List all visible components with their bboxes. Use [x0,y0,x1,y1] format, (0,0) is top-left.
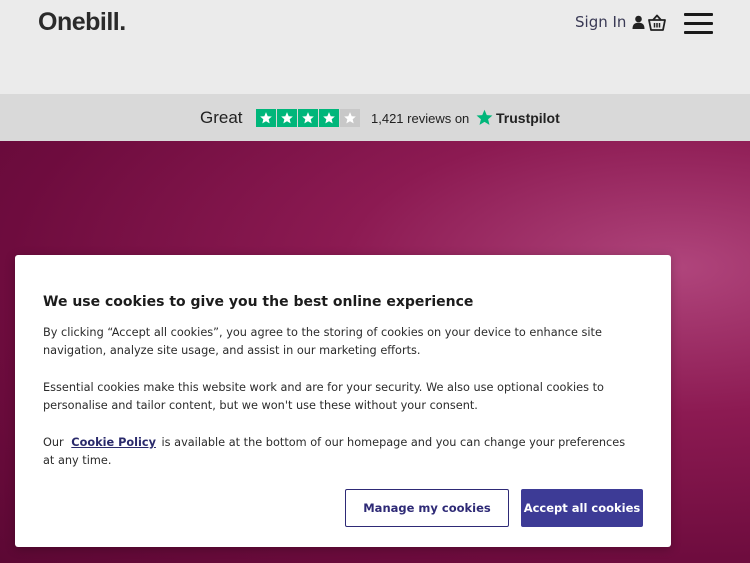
site-header: Onebill. Sign In [0,0,750,94]
manage-cookies-button[interactable]: Manage my cookies [345,489,509,527]
star-empty-icon [340,109,360,127]
cookie-paragraph-3: Our Cookie Policy is available at the bo… [43,434,633,470]
trustpilot-reviews-count[interactable]: 1,421 reviews on [371,111,469,126]
star-icon [319,109,339,127]
trustpilot-stars[interactable] [256,109,360,127]
onebill-logo[interactable]: Onebill. [38,8,126,37]
user-icon [632,15,645,29]
hamburger-menu-icon[interactable] [684,13,713,34]
cookie-consent-dialog: We use cookies to give you the best onli… [15,255,671,547]
trustpilot-brand: Trustpilot [496,109,560,126]
sign-in-label: Sign In [575,13,627,31]
sign-in-link[interactable]: Sign In [575,13,645,31]
star-icon [298,109,318,127]
cookie-paragraph-3-prefix: Our [43,436,64,449]
trustpilot-star-icon [476,109,493,125]
star-icon [256,109,276,127]
cookie-policy-link[interactable]: Cookie Policy [71,436,156,449]
trustpilot-logo[interactable]: Trustpilot [476,109,560,126]
star-icon [277,109,297,127]
cookie-paragraph-1: By clicking “Accept all cookies”, you ag… [43,326,602,357]
accept-all-cookies-button[interactable]: Accept all cookies [521,489,643,527]
basket-icon[interactable] [648,14,666,32]
cookie-paragraph-2: Essential cookies make this website work… [43,381,604,412]
cookie-dialog-title: We use cookies to give you the best onli… [43,294,474,310]
trustpilot-rating-label: Great [200,108,243,127]
